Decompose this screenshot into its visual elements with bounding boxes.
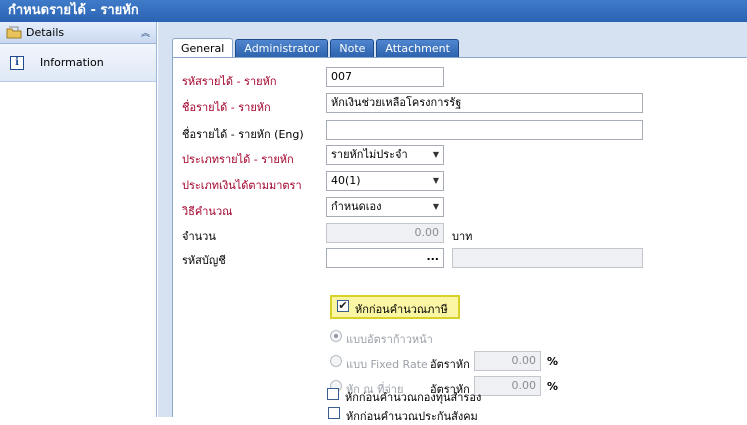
tax-type-select[interactable]: 40(1) ▼ — [326, 171, 444, 191]
calc-method-select-value: กำหนดเอง — [331, 200, 382, 213]
rate-progressive-radio[interactable] — [330, 330, 342, 342]
tax-type-label: ประเภทเงินได้ตามมาตรา — [182, 179, 302, 192]
name-input[interactable]: หักเงินช่วยเหลือโครงการรัฐ — [326, 93, 643, 113]
info-icon: i — [10, 55, 24, 70]
dropdown-arrow-icon[interactable]: ▼ — [433, 198, 439, 216]
rate-fixed-radio[interactable] — [330, 355, 342, 367]
calc-method-select[interactable]: กำหนดเอง ▼ — [326, 197, 444, 217]
account-input[interactable]: ... — [326, 248, 444, 268]
code-input[interactable]: 007 — [326, 67, 444, 87]
name-label: ชื่อรายได้ - รายหัก — [182, 101, 271, 114]
type-select-value: รายหักไม่ประจำ — [331, 148, 408, 161]
sidebar-header-label: Details — [26, 26, 65, 39]
code-label: รหัสรายได้ - รายหัก — [182, 75, 277, 88]
folder-icon — [6, 26, 22, 39]
amount-input[interactable]: 0.00 — [326, 223, 444, 243]
window-title: กำหนดรายได้ - รายหัก — [0, 0, 747, 22]
dropdown-arrow-icon[interactable]: ▼ — [433, 172, 439, 190]
name-en-label: ชื่อรายได้ - รายหัก (Eng) — [182, 128, 304, 141]
rate-fixed-input[interactable]: 0.00 — [474, 351, 541, 371]
calc-method-label: วิธีคำนวณ — [182, 205, 233, 218]
type-label: ประเภทรายได้ - รายหัก — [182, 153, 294, 166]
withhold-unit: % — [547, 380, 559, 393]
deduct-before-social-label: หักก่อนคำนวณประกันสังคม — [346, 410, 478, 423]
account-label: รหัสบัญชี — [182, 254, 226, 267]
type-select[interactable]: รายหักไม่ประจำ ▼ — [326, 145, 444, 165]
withhold-rate-input[interactable]: 0.00 — [474, 376, 541, 396]
deduct-before-tax-label: หักก่อนคำนวณภาษี — [355, 303, 448, 316]
main-area: General Administrator Note Attachment รห… — [158, 22, 747, 423]
rate-fixed-rate-label: อัตราหัก — [430, 358, 470, 371]
tab-bar: General Administrator Note Attachment — [172, 37, 461, 58]
tab-general[interactable]: General — [172, 38, 234, 58]
account-browse-button[interactable]: ... — [426, 249, 439, 266]
name-en-input[interactable] — [326, 120, 643, 140]
sidebar-header-details[interactable]: Details ︽ — [0, 22, 156, 44]
rate-fixed-unit: % — [547, 355, 559, 368]
deduct-before-fund-label: หักก่อนคำนวณกองทุนสำรอง — [345, 391, 482, 404]
sidebar: Details ︽ i Information — [0, 22, 157, 417]
sidebar-item-information[interactable]: i Information — [0, 44, 156, 82]
deduct-before-tax-checkbox[interactable]: ✔ — [337, 300, 349, 312]
rate-progressive-label: แบบอัตราก้าวหน้า — [346, 333, 433, 346]
deduct-before-social-checkbox[interactable] — [328, 407, 340, 419]
sidebar-item-label: Information — [40, 56, 104, 69]
double-chevron-up-icon[interactable]: ︽ — [141, 26, 150, 39]
general-panel: รหัสรายได้ - รายหัก 007 ชื่อรายได้ - ราย… — [172, 57, 747, 423]
dropdown-arrow-icon[interactable]: ▼ — [433, 146, 439, 164]
amount-label: จำนวน — [182, 230, 216, 243]
tax-type-select-value: 40(1) — [331, 174, 361, 187]
tab-administrator[interactable]: Administrator — [235, 39, 329, 57]
account-description — [452, 248, 643, 268]
amount-unit: บาท — [452, 230, 473, 243]
rate-fixed-label: แบบ Fixed Rate — [346, 358, 428, 371]
tab-attachment[interactable]: Attachment — [376, 39, 459, 57]
deduct-before-fund-checkbox[interactable] — [327, 388, 339, 400]
tab-note[interactable]: Note — [330, 39, 375, 57]
